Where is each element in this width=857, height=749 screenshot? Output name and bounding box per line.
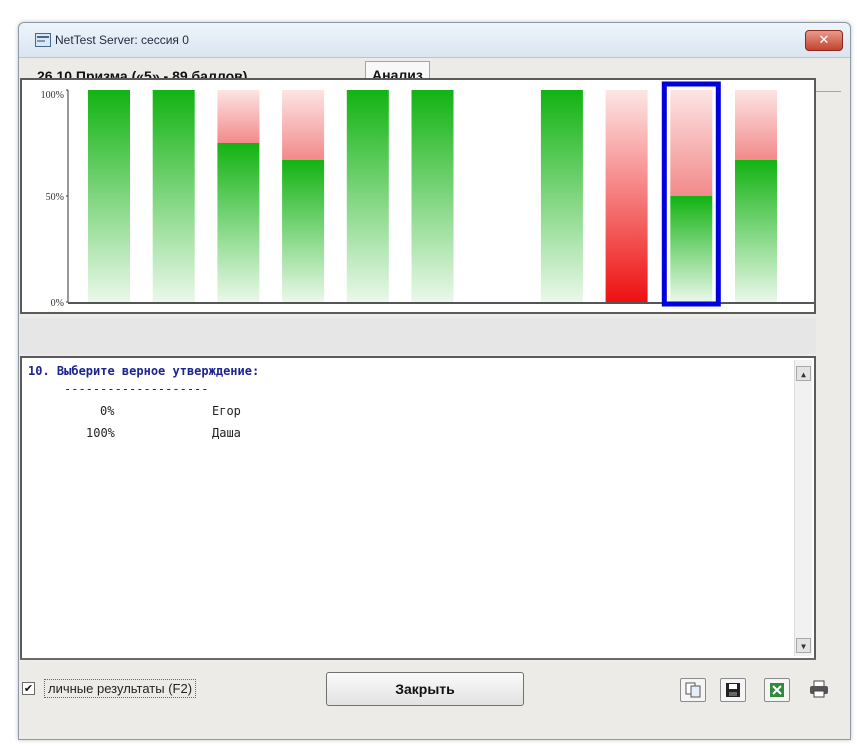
personal-results-checkbox[interactable]: ✔: [22, 682, 35, 695]
panel-bottom-border: [20, 658, 816, 660]
title-bar: NetTest Server: сессия 0 ✕: [19, 23, 850, 58]
scroll-down-icon[interactable]: ▼: [796, 638, 811, 653]
bar-wrong[interactable]: [282, 90, 325, 160]
window-close-button[interactable]: ✕: [805, 30, 843, 51]
answers-chart-svg: 100% 50% 0%: [41, 81, 814, 309]
bar-correct[interactable]: [540, 90, 583, 302]
chart-footer-strip: [20, 318, 816, 354]
close-button[interactable]: Закрыть: [326, 672, 524, 706]
excel-icon: [770, 683, 784, 697]
save-icon: [726, 683, 740, 697]
analysis-text-panel: 10. Выберите верное утверждение: -------…: [20, 356, 816, 658]
bar-correct[interactable]: [735, 159, 777, 302]
print-button[interactable]: [806, 678, 832, 702]
bar-wrong[interactable]: [670, 90, 713, 196]
save-button[interactable]: [720, 678, 746, 702]
copy-button[interactable]: [680, 678, 706, 702]
bar-correct[interactable]: [152, 90, 195, 302]
scroll-up-icon[interactable]: ▲: [796, 366, 811, 381]
personal-results-label[interactable]: личные результаты (F2): [44, 679, 197, 698]
bar-correct[interactable]: [346, 90, 389, 302]
bar-correct[interactable]: [88, 90, 130, 302]
bar-correct[interactable]: [411, 90, 454, 302]
window-title: NetTest Server: сессия 0: [55, 33, 189, 47]
y-tick-label: 0%: [51, 298, 64, 309]
result-percent: 0%: [100, 404, 115, 418]
bar-wrong[interactable]: [605, 90, 648, 302]
copy-icon: [685, 682, 701, 698]
result-name: Даша: [212, 426, 241, 440]
y-tick-label: 100%: [41, 90, 64, 101]
y-tick-label: 50%: [46, 192, 64, 203]
app-icon: [35, 33, 51, 47]
answers-chart: 100% 50% 0%: [20, 78, 816, 314]
separator-line: --------------------: [64, 382, 209, 396]
print-icon: [810, 680, 828, 698]
vertical-scrollbar[interactable]: ▲ ▼: [794, 360, 812, 656]
question-text: 10. Выберите верное утверждение:: [28, 364, 260, 378]
bar-correct[interactable]: [670, 196, 713, 302]
bar-wrong[interactable]: [217, 90, 260, 143]
result-percent: 100%: [86, 426, 115, 440]
bar-correct[interactable]: [282, 159, 325, 302]
bar-correct[interactable]: [217, 143, 260, 302]
bar-wrong[interactable]: [735, 90, 777, 160]
result-name: Егор: [212, 404, 241, 418]
excel-export-button[interactable]: [764, 678, 790, 702]
